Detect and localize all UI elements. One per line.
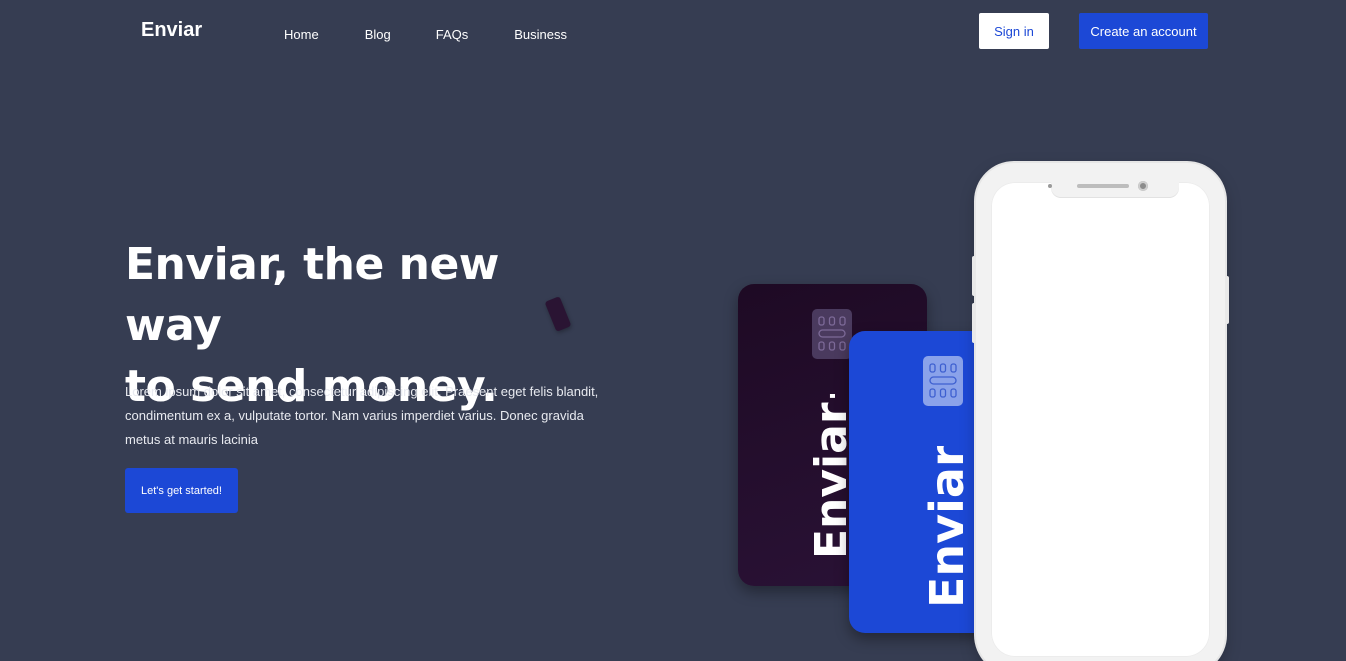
phone-sensor-icon bbox=[1048, 184, 1052, 188]
nav-faqs-link[interactable]: FAQs bbox=[436, 27, 469, 42]
get-started-button[interactable]: Let's get started! bbox=[125, 468, 238, 513]
page: Enviar Home Blog FAQs Business Sign in C… bbox=[0, 0, 1346, 661]
phone-camera-icon bbox=[1138, 181, 1148, 191]
nav-business-link[interactable]: Business bbox=[514, 27, 567, 42]
sign-in-button[interactable]: Sign in bbox=[979, 13, 1049, 49]
main-nav: Home Blog FAQs Business bbox=[284, 27, 613, 42]
logo[interactable]: Enviar bbox=[141, 19, 202, 42]
enviar-card-label: Enviar bbox=[917, 446, 973, 616]
nav-blog-link[interactable]: Blog bbox=[365, 27, 391, 42]
create-account-button[interactable]: Create an account bbox=[1079, 13, 1208, 49]
card-chip-icon bbox=[812, 309, 852, 359]
phone-screen bbox=[991, 182, 1210, 657]
phone-mockup bbox=[972, 163, 1229, 661]
phone-volume-button bbox=[972, 303, 976, 343]
enviar-text: Enviar bbox=[920, 446, 973, 608]
phone-power-button bbox=[1225, 276, 1229, 324]
hero-title-line-1: Enviar, the new way bbox=[125, 239, 499, 351]
phone-speaker-icon bbox=[1077, 184, 1129, 188]
card-chip-icon bbox=[923, 356, 963, 406]
nav-home-link[interactable]: Home bbox=[284, 27, 319, 42]
hero-description: Lorem ipsum dolor sit amet, consectetur … bbox=[125, 384, 599, 447]
phone-volume-button bbox=[972, 256, 976, 296]
